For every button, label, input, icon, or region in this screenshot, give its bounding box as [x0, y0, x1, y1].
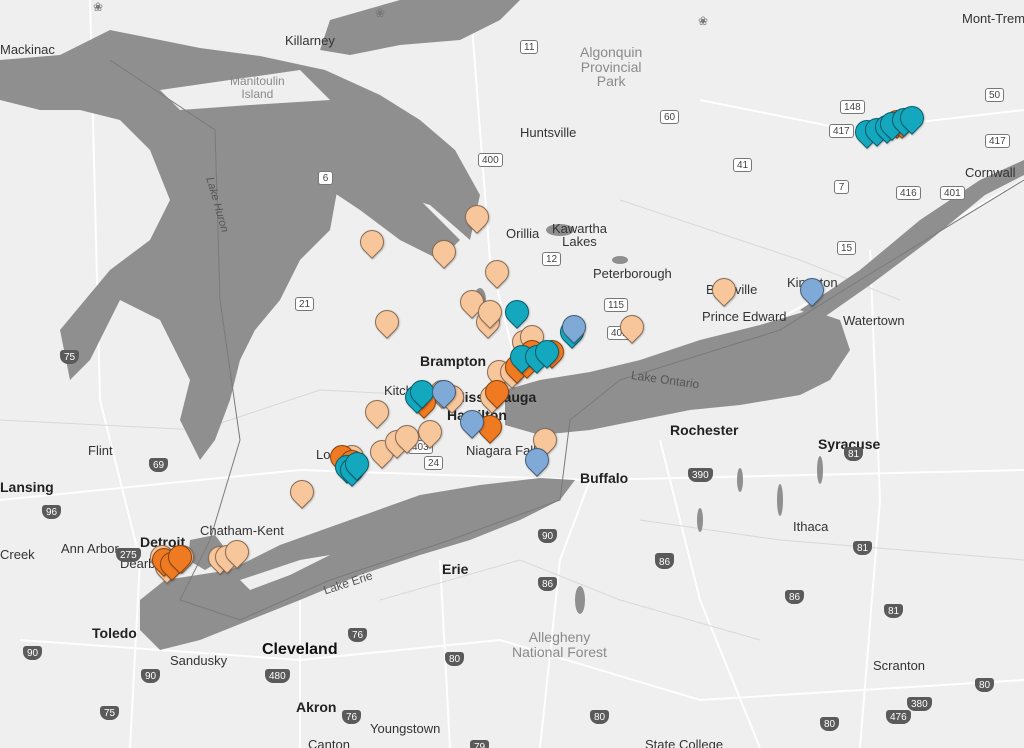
place-label: Manitoulin Island [230, 74, 285, 101]
place-label: Orillia [506, 226, 540, 241]
park-label: Allegheny National Forest [512, 629, 607, 660]
route-shield: 148 [840, 100, 865, 114]
place-label: Brampton [420, 353, 487, 369]
place-label: Rochester [670, 422, 739, 438]
route-shield: 15 [837, 241, 857, 255]
place-label: Akron [296, 699, 337, 715]
route-shield: 80 [590, 710, 610, 724]
place-label: Lansing [0, 479, 54, 495]
park-label: Algonquin Provincial Park [580, 44, 643, 90]
route-shield: 81 [884, 604, 904, 618]
route-shield: 21 [295, 297, 315, 311]
map-canvas[interactable]: Mackinac Killarney Manitoulin Island Alg… [0, 0, 1024, 748]
place-label: Cornwall [965, 165, 1016, 180]
route-shield: 390 [688, 468, 713, 482]
route-shield: 96 [42, 505, 62, 519]
place-label: Flint [88, 443, 113, 458]
maple-leaf-icon: ❀ [375, 6, 386, 20]
route-shield: 86 [538, 577, 558, 591]
route-shield: 400 [478, 153, 503, 167]
place-label: Mackinac [0, 42, 55, 57]
route-shield: 24 [424, 456, 444, 470]
route-shield: 60 [660, 110, 680, 124]
place-label: Chatham-Kent [200, 523, 284, 538]
route-shield: 115 [604, 298, 628, 312]
place-label: Sandusky [170, 653, 228, 668]
route-shield: 417 [829, 124, 854, 138]
place-label: Watertown [843, 313, 905, 328]
place-label: Mont-Tremb [962, 11, 1024, 26]
route-shield: 75 [100, 706, 120, 720]
maple-leaf-icon: ❀ [93, 0, 104, 14]
route-shield: 69 [149, 458, 169, 472]
route-shield: 401 [940, 186, 965, 200]
route-shield: 416 [896, 186, 921, 200]
route-shield: 7 [834, 180, 849, 194]
route-shield: 75 [60, 350, 80, 364]
route-shield: 80 [820, 717, 840, 731]
route-shield: 86 [785, 590, 805, 604]
place-label: Ithaca [793, 519, 829, 534]
route-shield: 80 [975, 678, 995, 692]
route-shield: 90 [141, 669, 161, 683]
place-label: Kawartha Lakes [552, 221, 607, 249]
route-shield: 50 [985, 88, 1005, 102]
route-shield: 480 [265, 669, 290, 683]
place-label: Peterborough [593, 266, 672, 281]
place-label: Erie [442, 561, 469, 577]
route-shield: 76 [342, 710, 362, 724]
place-label: Canton [308, 737, 350, 748]
route-shield: 41 [733, 158, 753, 172]
route-shield: 476 [886, 710, 911, 724]
place-label: Scranton [873, 658, 926, 673]
place-label: Prince Edward [702, 309, 787, 324]
route-shield: 81 [844, 447, 864, 461]
route-shield: 79 [470, 740, 490, 748]
route-shield: 417 [985, 134, 1010, 148]
place-label: Ann Arbor [61, 541, 119, 556]
place-label: State College [645, 737, 724, 748]
route-shield: 275 [116, 548, 141, 562]
route-shield: 86 [655, 555, 675, 569]
route-shield: 90 [538, 529, 558, 543]
route-shield: 380 [907, 697, 932, 711]
route-shield: 12 [542, 252, 562, 266]
route-shield: 80 [445, 652, 465, 666]
maple-leaf-icon: ❀ [698, 14, 709, 28]
route-shield: 76 [348, 628, 368, 642]
route-shield: 81 [853, 541, 873, 555]
place-label: Toledo [92, 625, 137, 641]
route-shield: 11 [520, 40, 539, 54]
place-label: Creek [0, 547, 35, 562]
place-label: Huntsville [520, 125, 577, 140]
place-label: Killarney [285, 33, 335, 48]
route-shield: 6 [318, 171, 333, 185]
route-shield: 90 [23, 646, 43, 660]
place-label: Cleveland [262, 641, 338, 658]
place-label: Youngstown [370, 721, 441, 736]
place-label: Buffalo [580, 470, 629, 486]
